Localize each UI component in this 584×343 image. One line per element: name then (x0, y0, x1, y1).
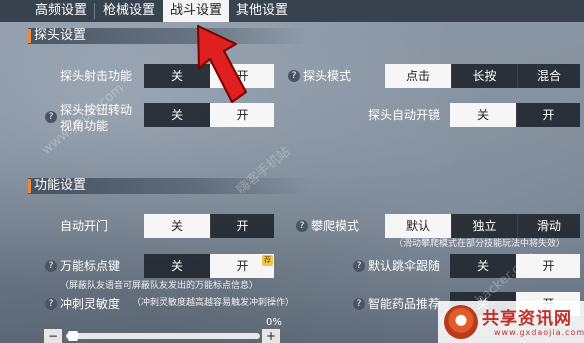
site-logo: 共享资讯网 www.gxdaojia.com (438, 301, 584, 343)
recommend-badge: 荐 (262, 255, 273, 266)
climb-mode-note: （滑动攀爬模式在部分技能玩法中将失效） (394, 239, 566, 249)
help-icon[interactable]: ? (353, 260, 365, 272)
help-icon[interactable]: ? (45, 298, 57, 310)
climb-mode-slide[interactable]: 滑动 (517, 214, 580, 238)
climb-mode-label: 攀爬模式 (311, 219, 360, 233)
tab-combat[interactable]: 战斗设置 (163, 0, 229, 22)
probe-rotate-toggle: 关 开 (144, 103, 274, 127)
probe-rotate-on[interactable]: 开 (210, 103, 274, 127)
sprint-sensitivity-label: 冲刺灵敏度 (60, 297, 121, 311)
section-title-probe: 探头设置 (34, 28, 87, 43)
probe-mode-hold[interactable]: 长按 (451, 64, 517, 88)
auto-scope-off[interactable]: 关 (450, 103, 516, 127)
climb-mode-default[interactable]: 默认 (385, 214, 451, 238)
probe-mode-tap[interactable]: 点击 (385, 64, 451, 88)
tab-weapon[interactable]: 枪械设置 (95, 0, 163, 22)
sprint-value: 0% (266, 317, 282, 328)
help-icon[interactable]: ? (288, 70, 300, 82)
auto-scope-on[interactable]: 开 (516, 103, 580, 127)
logo-title: 共享资讯网 (482, 309, 572, 329)
auto-scope-toggle: 关 开 (450, 103, 580, 127)
sprint-slider-track[interactable] (66, 333, 260, 339)
auto-door-label: 自动开门 (60, 219, 109, 233)
logo-emblem-icon (444, 305, 478, 339)
sprint-sensitivity-note: （冲刺灵敏度越高越容易触发冲刺操作） (132, 298, 295, 308)
probe-mode-selector: 点击 长按 混合 (385, 64, 580, 88)
auto-door-toggle: 关 开 (144, 214, 274, 238)
auto-door-off[interactable]: 关 (144, 214, 210, 238)
smart-medicine-label: 智能药品推荐 (368, 297, 441, 311)
help-icon[interactable]: ? (353, 298, 365, 310)
probe-mode-label: 探头模式 (303, 69, 352, 83)
marker-key-off[interactable]: 关 (144, 254, 210, 278)
probe-mode-mixed[interactable]: 混合 (517, 64, 580, 88)
slider-decrease-button[interactable]: − (44, 329, 62, 343)
tab-other[interactable]: 其他设置 (229, 0, 295, 22)
section-title-function: 功能设置 (34, 178, 87, 193)
help-icon[interactable]: ? (45, 260, 57, 272)
auto-scope-label: 探头自动开镜 (368, 108, 441, 122)
climb-mode-independent[interactable]: 独立 (451, 214, 517, 238)
tab-high-freq[interactable]: 高频设置 (28, 0, 94, 22)
marker-key-note: （屏蔽队友语音可屏蔽队友发出的万能标点信息） (60, 281, 259, 291)
parachute-follow-label: 默认跳伞跟随 (368, 259, 441, 273)
sprint-slider-handle[interactable] (68, 331, 78, 341)
probe-shoot-label: 探头射击功能 (60, 69, 133, 83)
logo-subtitle: www.gxdaojia.com (494, 328, 584, 337)
help-icon[interactable]: ? (45, 111, 57, 123)
climb-mode-selector: 默认 独立 滑动 (385, 214, 580, 238)
marker-key-label: 万能标点键 (60, 259, 121, 273)
marker-key-toggle: 关 开 (144, 254, 274, 278)
tab-bar: 高频设置 枪械设置 战斗设置 其他设置 (0, 0, 584, 22)
probe-rotate-off[interactable]: 关 (144, 103, 210, 127)
red-arrow-icon (197, 25, 247, 103)
help-icon[interactable]: ? (296, 220, 308, 232)
auto-door-on[interactable]: 开 (210, 214, 274, 238)
slider-increase-button[interactable]: + (262, 329, 280, 343)
